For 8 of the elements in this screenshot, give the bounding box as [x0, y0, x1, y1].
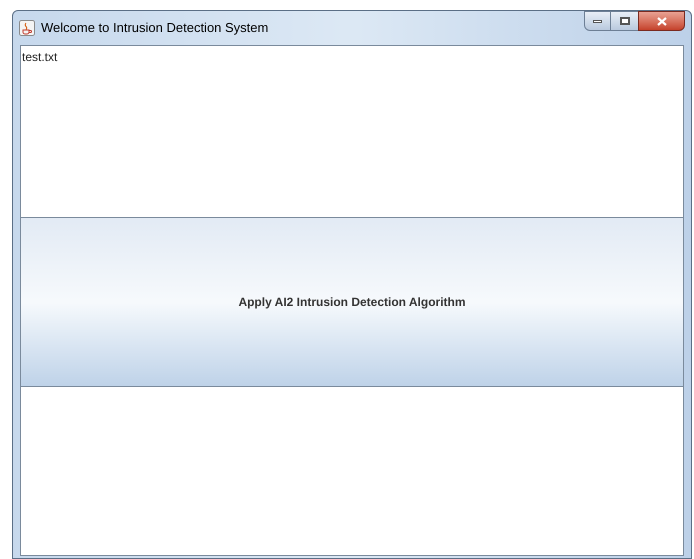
window-title: Welcome to Intrusion Detection System	[41, 19, 268, 38]
close-icon	[656, 16, 666, 26]
java-cup-icon	[19, 20, 35, 36]
text-area[interactable]: test.txt	[20, 45, 684, 217]
minimize-button[interactable]	[584, 11, 611, 31]
close-button[interactable]	[638, 11, 685, 31]
apply-button[interactable]: Apply AI2 Intrusion Detection Algorithm	[20, 217, 684, 387]
maximize-button[interactable]	[611, 11, 638, 31]
